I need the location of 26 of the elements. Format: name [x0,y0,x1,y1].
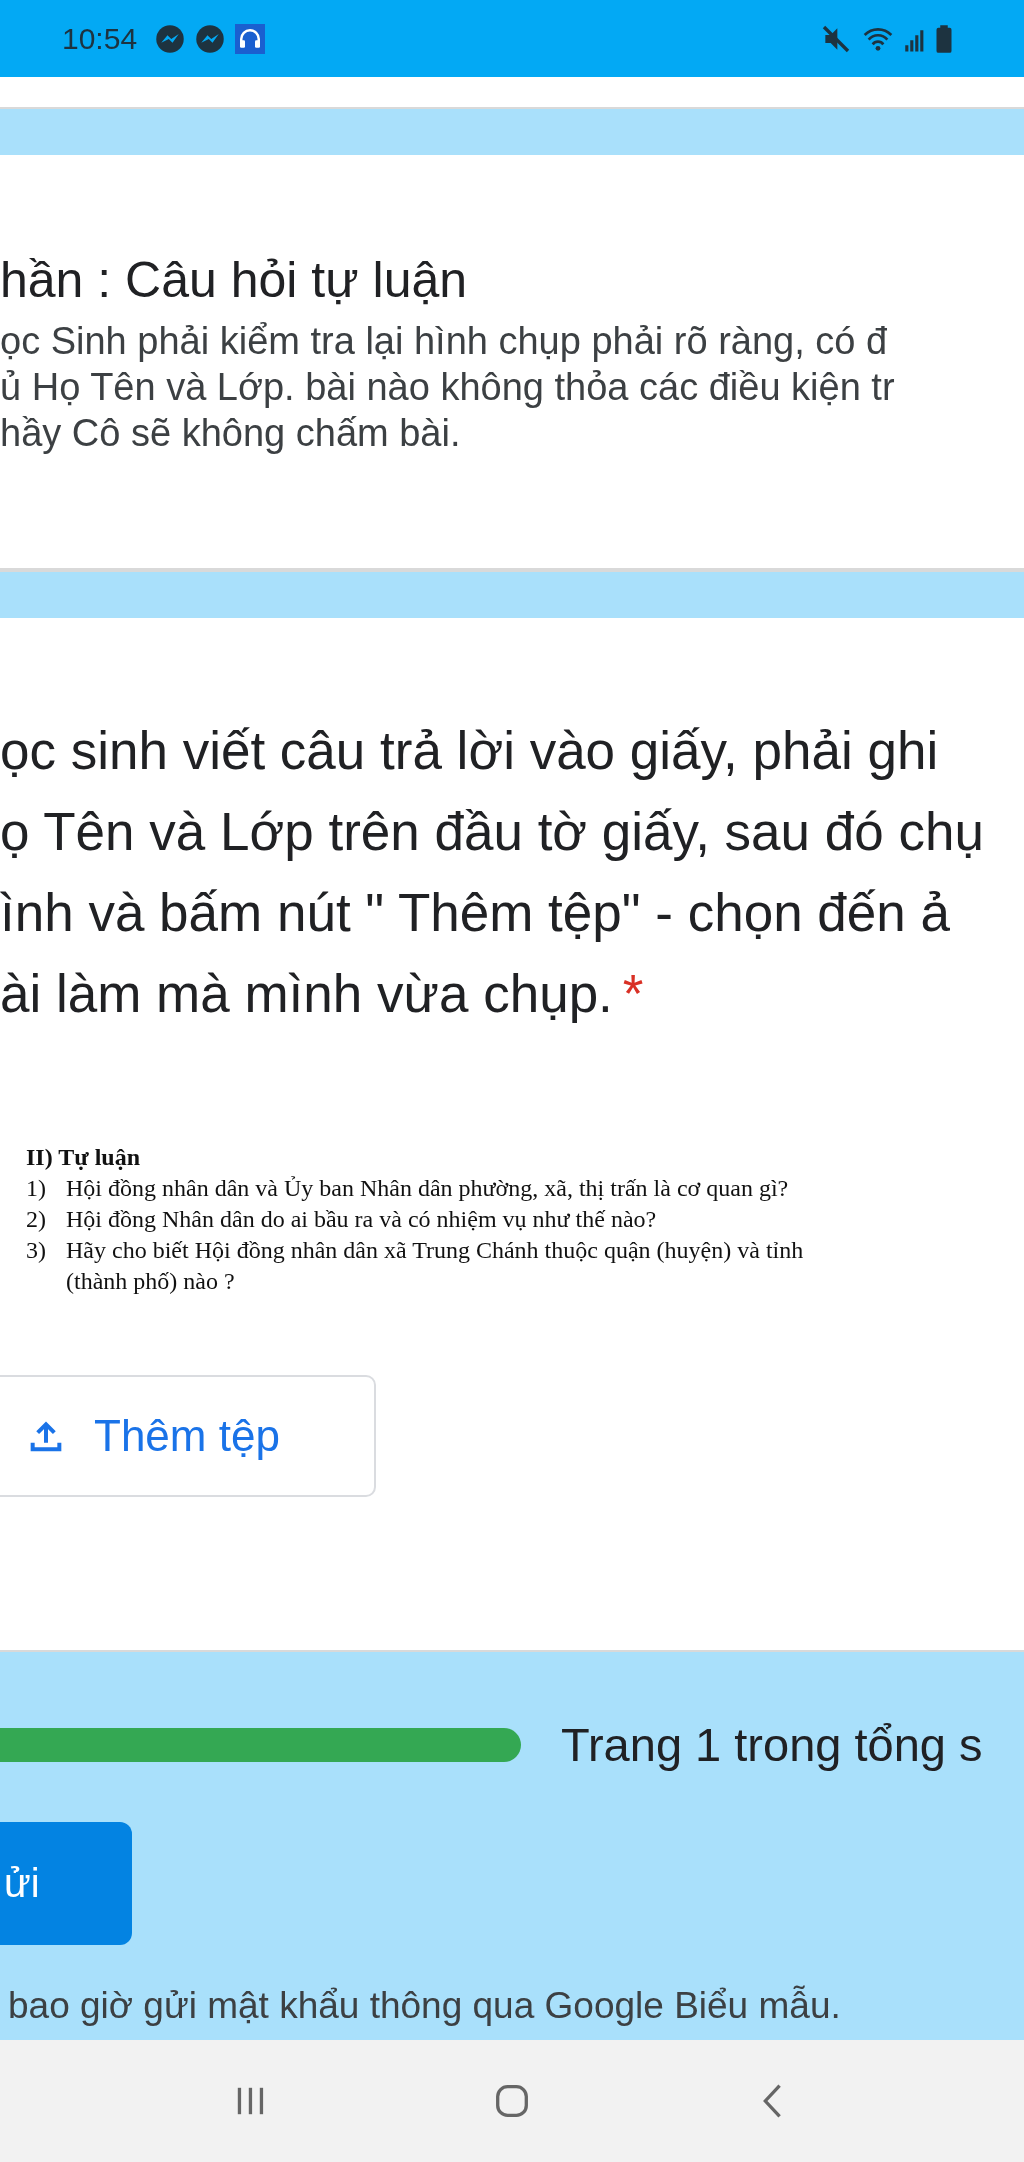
question-text: ọ Tên và Lớp trên đầu tờ giấy, sau đó chụ [0,802,984,861]
question-text: ình và bấm nút " Thêm tệp" - chọn đến ả [0,883,950,942]
messenger-icon [195,23,226,54]
required-mark: * [622,964,644,1023]
section-description: ọc Sinh phải kiểm tra lại hình chụp phải rõ ràng, có đ [0,319,889,364]
section-title: hần : Câu hỏi tự luận [0,251,469,310]
image-item-number: 2) [26,1205,47,1234]
submit-button[interactable]: ửi [0,1822,132,1945]
image-item-text: Hội đồng Nhân dân do ai bầu ra và có nhiệm vụ như thế nào? [66,1205,657,1234]
status-time: 10:54 [62,21,138,56]
battery-icon [934,23,954,54]
headset-icon [235,23,266,54]
image-item-text: Hội đồng nhân dân và Ủy ban Nhân dân phường, xã, thị trấn là cơ quan gì? [66,1174,789,1203]
image-item-text: (thành phố) nào ? [66,1267,236,1296]
page-indicator: Trang 1 trong tổng s [561,1717,983,1772]
image-item-number: 1) [26,1174,47,1203]
question-text: ài làm mà mình vừa chụp. [0,964,613,1023]
password-notice: bao giờ gửi mật khẩu thông qua Google Biểu mẫu. [7,1985,842,2027]
section-description: ủ Họ Tên và Lớp. bài nào không thỏa các điều kiện tr [0,365,896,410]
messenger-icon [155,23,186,54]
image-item-number: 3) [26,1236,47,1265]
question-text: ọc sinh viết câu trả lời vào giấy, phải ghi [0,721,939,780]
image-heading: II) Tự luận [26,1143,141,1172]
add-file-button[interactable]: Thêm tệp [0,1375,376,1497]
image-item-text: Hãy cho biết Hội đồng nhân dân xã Trung Chánh thuộc quận (huyện) và tỉnh [66,1236,804,1265]
section-description: hầy Cô sẽ không chấm bài. [0,411,462,456]
